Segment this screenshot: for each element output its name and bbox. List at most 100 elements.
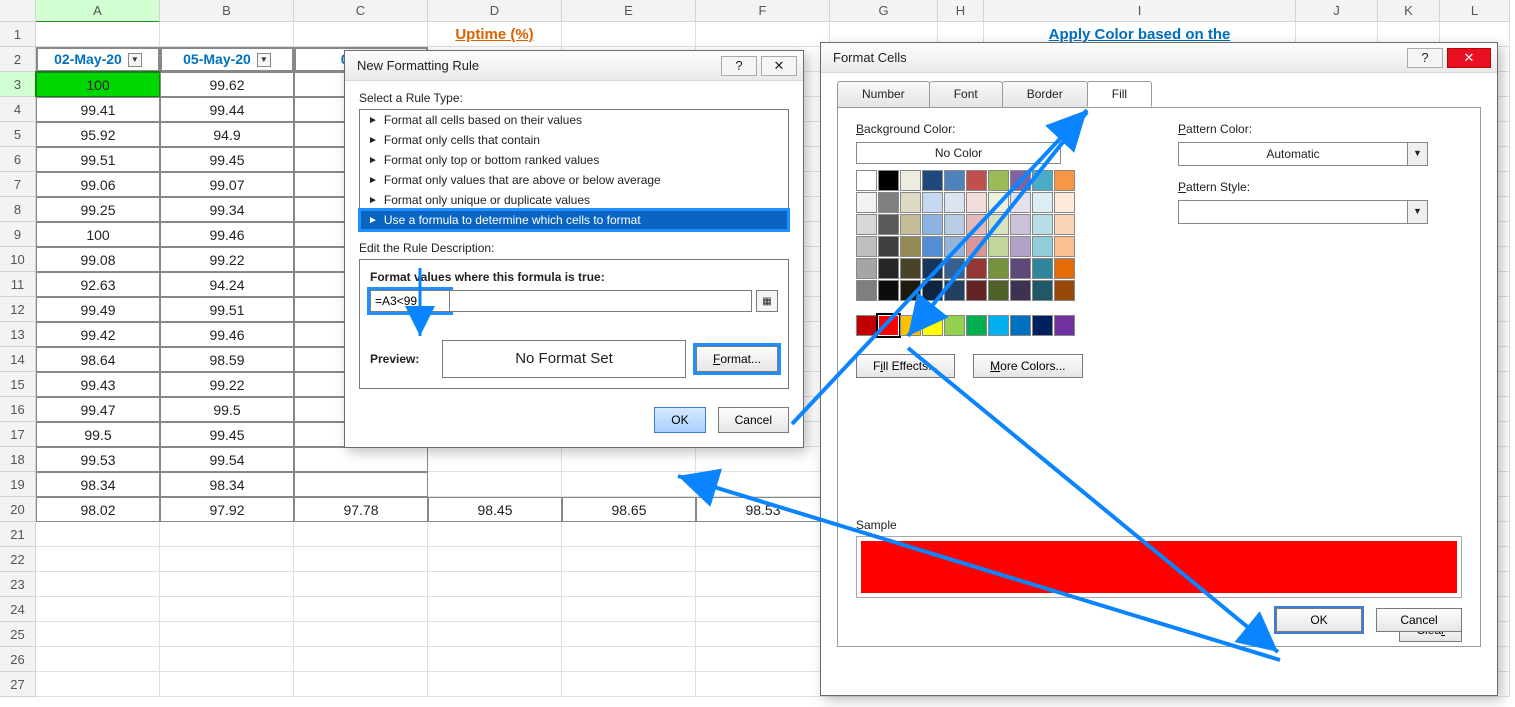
color-swatch[interactable] bbox=[1010, 315, 1031, 336]
rule-type-item-selected[interactable]: ►Use a formula to determine which cells … bbox=[360, 210, 788, 230]
cell[interactable]: 99.47 bbox=[36, 397, 160, 422]
col-header-A[interactable]: A bbox=[36, 0, 160, 22]
color-swatch[interactable] bbox=[922, 170, 943, 191]
cell[interactable] bbox=[562, 597, 696, 622]
cell[interactable] bbox=[562, 522, 696, 547]
color-swatch[interactable] bbox=[966, 280, 987, 301]
cell[interactable]: 97.78 bbox=[294, 497, 428, 522]
row-header[interactable]: 9 bbox=[0, 222, 36, 247]
cell[interactable] bbox=[160, 22, 294, 47]
color-swatch[interactable] bbox=[1054, 258, 1075, 279]
cell[interactable] bbox=[294, 672, 428, 697]
rule-type-list[interactable]: ►Format all cells based on their values … bbox=[359, 109, 789, 231]
cell[interactable]: 99.51 bbox=[36, 147, 160, 172]
cell[interactable] bbox=[294, 447, 428, 472]
tab-fill[interactable]: Fill bbox=[1087, 81, 1152, 107]
cell[interactable] bbox=[562, 672, 696, 697]
color-swatch[interactable] bbox=[1032, 192, 1053, 213]
cell[interactable]: 98.53 bbox=[696, 497, 830, 522]
color-swatch[interactable] bbox=[922, 280, 943, 301]
cancel-button[interactable]: Cancel bbox=[1376, 608, 1462, 632]
cell[interactable]: 99.44 bbox=[160, 97, 294, 122]
cell[interactable] bbox=[696, 572, 830, 597]
color-swatch[interactable] bbox=[1054, 315, 1075, 336]
formula-input[interactable] bbox=[370, 290, 450, 312]
row-header[interactable]: 27 bbox=[0, 672, 36, 697]
color-swatch[interactable] bbox=[1054, 236, 1075, 257]
color-swatch[interactable] bbox=[1010, 280, 1031, 301]
row-header[interactable]: 23 bbox=[0, 572, 36, 597]
color-swatch[interactable] bbox=[922, 236, 943, 257]
color-swatch[interactable] bbox=[988, 192, 1009, 213]
col-header-J[interactable]: J bbox=[1296, 0, 1378, 22]
cell[interactable] bbox=[36, 572, 160, 597]
cell[interactable] bbox=[36, 547, 160, 572]
cell[interactable] bbox=[36, 672, 160, 697]
color-swatch[interactable] bbox=[988, 258, 1009, 279]
cell[interactable]: 95.92 bbox=[36, 122, 160, 147]
cell[interactable]: 99.42 bbox=[36, 322, 160, 347]
row-header[interactable]: 22 bbox=[0, 547, 36, 572]
row-header[interactable]: 18 bbox=[0, 447, 36, 472]
color-swatch[interactable] bbox=[988, 315, 1009, 336]
color-swatch[interactable] bbox=[944, 315, 965, 336]
color-swatch[interactable] bbox=[1010, 236, 1031, 257]
color-swatch[interactable] bbox=[1054, 192, 1075, 213]
cell[interactable] bbox=[294, 22, 428, 47]
color-swatch[interactable] bbox=[944, 214, 965, 235]
dialog-titlebar[interactable]: Format Cells ? ✕ bbox=[821, 43, 1497, 73]
rule-type-item[interactable]: ►Format all cells based on their values bbox=[360, 110, 788, 130]
color-swatch[interactable] bbox=[900, 280, 921, 301]
ok-button[interactable]: OK bbox=[1276, 608, 1362, 632]
color-swatch[interactable] bbox=[1054, 214, 1075, 235]
cell[interactable] bbox=[696, 472, 830, 497]
color-swatch[interactable] bbox=[900, 192, 921, 213]
cell[interactable]: 05-May-20▼ bbox=[160, 47, 294, 72]
cell[interactable] bbox=[160, 672, 294, 697]
row-header[interactable]: 14 bbox=[0, 347, 36, 372]
filter-dropdown-icon[interactable]: ▼ bbox=[257, 53, 271, 67]
row-header[interactable]: 4 bbox=[0, 97, 36, 122]
cell[interactable] bbox=[36, 522, 160, 547]
cell[interactable] bbox=[160, 647, 294, 672]
color-swatch[interactable] bbox=[878, 192, 899, 213]
color-swatch[interactable] bbox=[966, 214, 987, 235]
cell[interactable]: 99.53 bbox=[36, 447, 160, 472]
pattern-color-combo[interactable]: Automatic▼ bbox=[1178, 142, 1428, 166]
cell[interactable] bbox=[562, 547, 696, 572]
color-swatch[interactable] bbox=[988, 236, 1009, 257]
cell[interactable]: 99.22 bbox=[160, 247, 294, 272]
cell[interactable]: 97.92 bbox=[160, 497, 294, 522]
row-header[interactable]: 13 bbox=[0, 322, 36, 347]
cell[interactable]: 99.06 bbox=[36, 172, 160, 197]
pattern-style-combo[interactable]: ▼ bbox=[1178, 200, 1428, 224]
row-header[interactable]: 15 bbox=[0, 372, 36, 397]
cell[interactable] bbox=[160, 622, 294, 647]
color-swatch[interactable] bbox=[966, 258, 987, 279]
cell[interactable]: 98.59 bbox=[160, 347, 294, 372]
col-header-G[interactable]: G bbox=[830, 0, 938, 22]
cell[interactable] bbox=[36, 622, 160, 647]
col-header-I[interactable]: I bbox=[984, 0, 1296, 22]
color-swatch[interactable] bbox=[1010, 192, 1031, 213]
cell[interactable] bbox=[294, 597, 428, 622]
color-swatch[interactable] bbox=[878, 236, 899, 257]
col-header-K[interactable]: K bbox=[1378, 0, 1440, 22]
color-swatch[interactable] bbox=[900, 214, 921, 235]
cell[interactable]: 99.62 bbox=[160, 72, 294, 97]
color-swatch[interactable] bbox=[856, 170, 877, 191]
cell[interactable]: 99.45 bbox=[160, 422, 294, 447]
color-swatch[interactable] bbox=[1032, 170, 1053, 191]
color-swatch[interactable] bbox=[1010, 170, 1031, 191]
close-button[interactable]: ✕ bbox=[1447, 48, 1491, 68]
color-swatch[interactable] bbox=[1032, 236, 1053, 257]
row-header[interactable]: 21 bbox=[0, 522, 36, 547]
color-swatch[interactable] bbox=[900, 258, 921, 279]
cell[interactable] bbox=[160, 597, 294, 622]
color-swatch[interactable] bbox=[878, 258, 899, 279]
cell[interactable] bbox=[562, 647, 696, 672]
color-swatch[interactable] bbox=[922, 315, 943, 336]
tab-font[interactable]: Font bbox=[929, 81, 1003, 107]
col-header-H[interactable]: H bbox=[938, 0, 984, 22]
row-header[interactable]: 11 bbox=[0, 272, 36, 297]
